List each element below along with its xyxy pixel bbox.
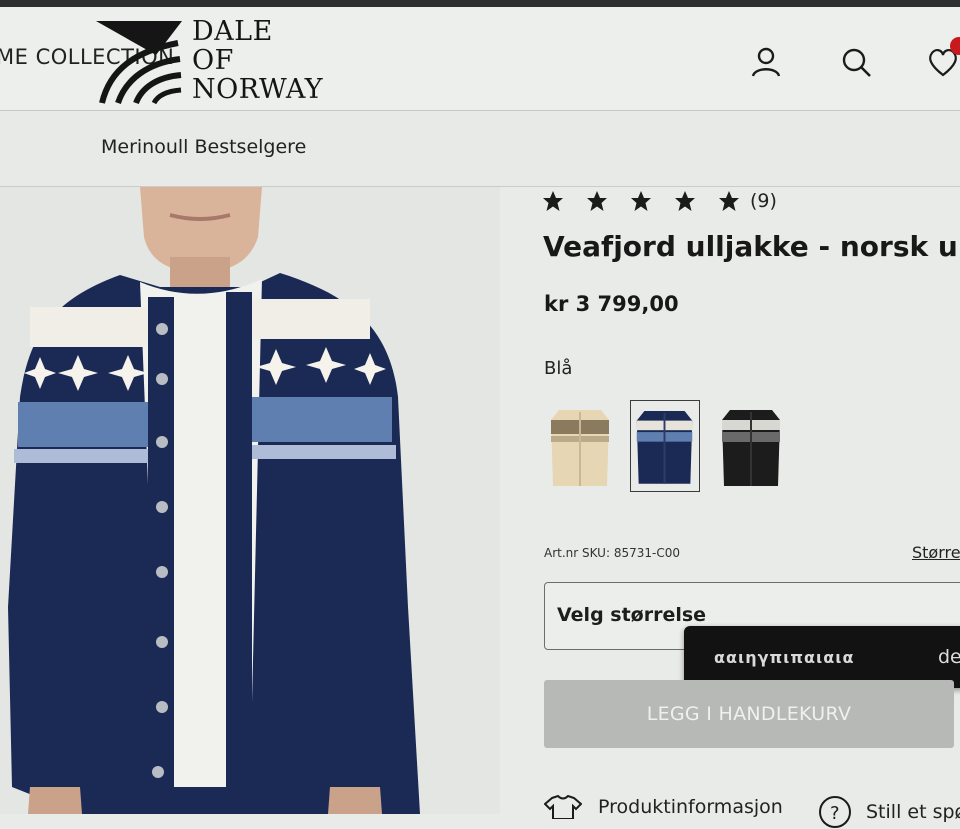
account-icon[interactable]	[749, 45, 783, 79]
product-price: kr 3 799,00	[544, 292, 679, 316]
subnav-merinoull-bestselgere[interactable]: Merinoull Bestselgere	[101, 136, 306, 158]
cardigan-navy-thumbnail	[636, 411, 693, 484]
product-rating[interactable]: (9)	[542, 190, 777, 212]
size-guide-link[interactable]: Størrel	[912, 543, 960, 562]
toast-text: ααιηγπιπαιαια	[714, 648, 855, 667]
top-strip	[0, 0, 960, 7]
cardigan-black-thumbnail	[722, 410, 780, 486]
question-icon: ?	[819, 796, 851, 828]
star-icon	[543, 191, 563, 211]
swatch-black[interactable]	[716, 400, 786, 492]
swatch-navy[interactable]	[630, 400, 700, 492]
cardigan-cream-thumbnail	[551, 410, 609, 486]
logo-line-1: DALE	[192, 16, 273, 47]
star-icon	[719, 191, 739, 211]
add-to-cart-button[interactable]: LEGG I HANDLEKURV	[544, 680, 954, 748]
star-icon	[631, 191, 651, 211]
product-title: Veafjord ulljakke - norsk ull	[543, 230, 960, 263]
toast-tail-text: de	[938, 646, 960, 668]
star-icon	[587, 191, 607, 211]
swatch-cream[interactable]	[545, 400, 615, 492]
tab-still-et-sporsmal[interactable]: ? Still et spø	[818, 795, 960, 829]
tab-produktinformasjon-label: Produktinformasjon	[598, 796, 783, 818]
site-header: ME COLLECTION DALE OF NORWAY	[0, 7, 960, 111]
size-select-label: Velg størrelse	[557, 604, 707, 626]
notification-toast[interactable]: ααιηγπιπαιαια de	[684, 626, 960, 688]
color-label: Blå	[544, 358, 573, 379]
dale-of-norway-logo[interactable]: DALE OF NORWAY	[192, 17, 323, 104]
add-to-cart-label: LEGG I HANDLEKURV	[646, 703, 852, 725]
tab-produktinformasjon[interactable]: Produktinformasjon	[544, 795, 783, 819]
shirt-icon	[544, 795, 582, 819]
dale-logo-mark[interactable]	[96, 21, 182, 105]
sub-navigation: Merinoull Bestselgere	[0, 111, 960, 187]
model-cardigan-image	[0, 187, 500, 814]
logo-line-2: OF	[192, 45, 234, 76]
rating-count[interactable]: (9)	[750, 190, 777, 212]
star-icon	[675, 191, 695, 211]
search-icon[interactable]	[839, 45, 873, 79]
product-photo[interactable]	[0, 187, 500, 814]
logo-line-3: NORWAY	[192, 74, 324, 105]
product-sku: Art.nr SKU: 85731-C00	[544, 546, 680, 560]
tab-still-et-sporsmal-label: Still et spø	[866, 801, 960, 823]
